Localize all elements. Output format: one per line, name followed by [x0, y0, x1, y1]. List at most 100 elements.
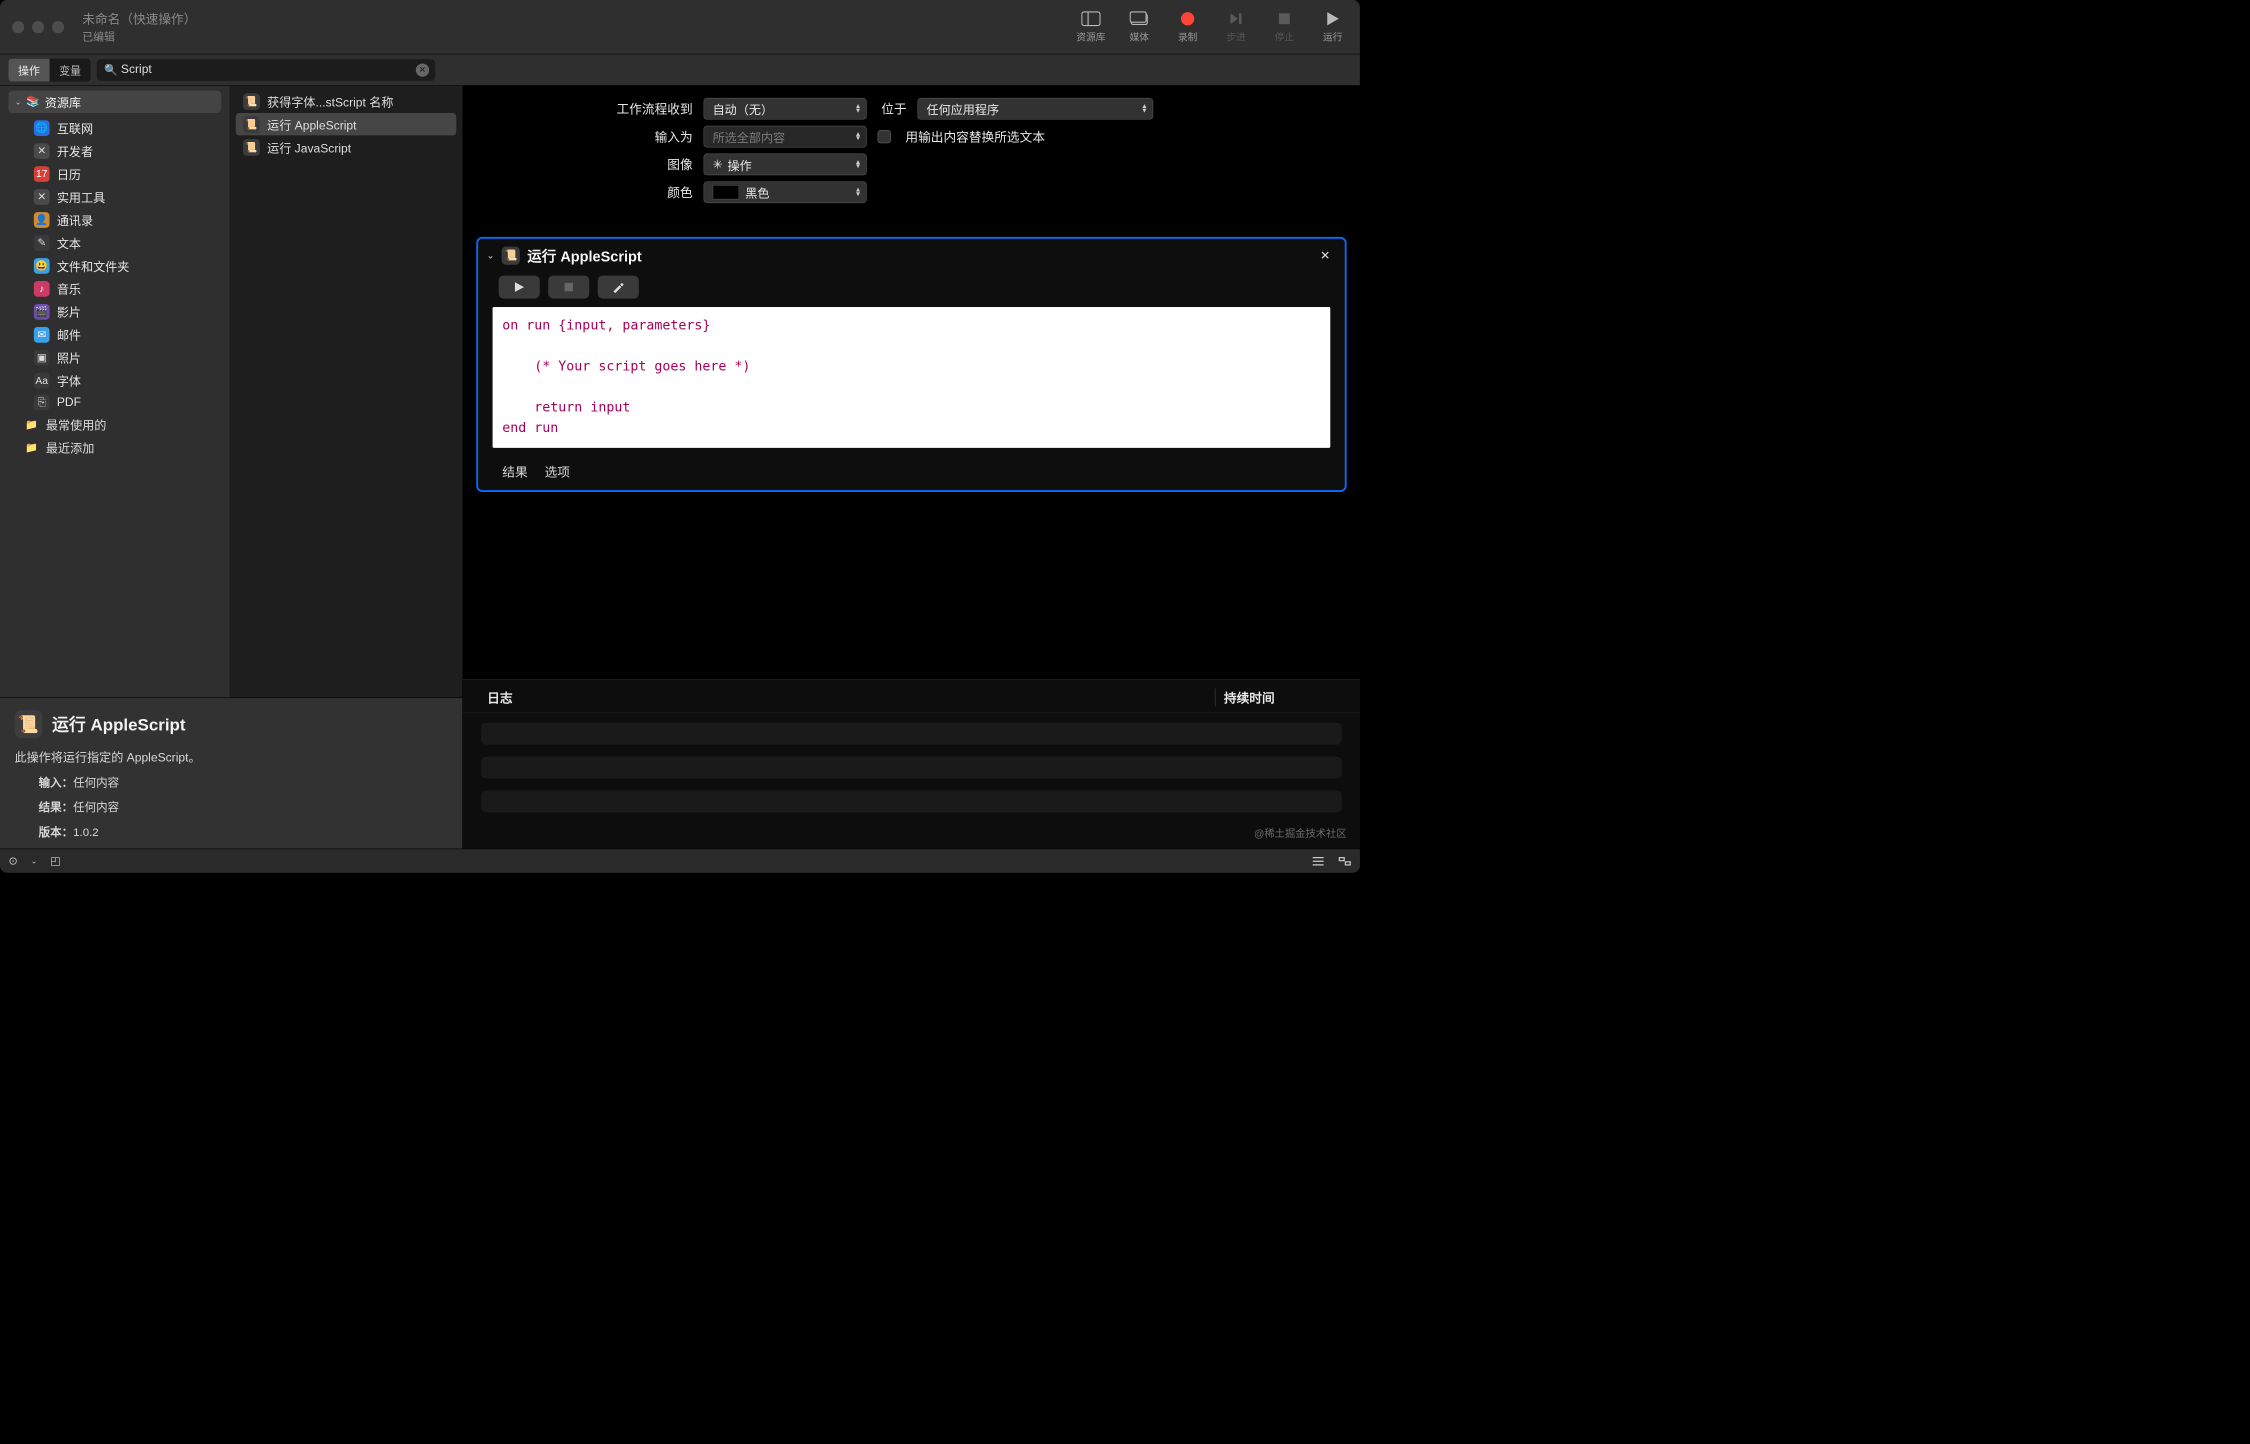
- category-item[interactable]: ✕ 实用工具: [8, 186, 221, 208]
- pdf-icon: ⎘: [34, 395, 50, 411]
- info-panel: 📜 运行 AppleScript 此操作将运行指定的 AppleScript。 …: [0, 697, 462, 848]
- category-item[interactable]: ▣照片: [8, 346, 221, 368]
- category-item[interactable]: 📁最常使用的: [8, 413, 221, 435]
- window-controls: [12, 21, 64, 33]
- stop-script-button[interactable]: [548, 276, 589, 299]
- category-item[interactable]: 😃文件和文件夹: [8, 254, 221, 276]
- log-col-log: 日志: [487, 688, 1215, 706]
- compile-button[interactable]: [598, 276, 639, 299]
- play-icon: [1323, 11, 1342, 27]
- library-button[interactable]: 资源库: [1076, 11, 1106, 44]
- stop-button[interactable]: 停止: [1269, 11, 1299, 44]
- font-icon: Aa: [34, 373, 50, 389]
- input-as-label: 输入为: [487, 128, 692, 146]
- record-button[interactable]: 录制: [1173, 11, 1203, 44]
- category-item[interactable]: ✕开发者: [8, 140, 221, 162]
- log-col-duration: 持续时间: [1215, 688, 1336, 706]
- sidebar-icon: [1081, 11, 1100, 27]
- globe-icon: 🌐: [34, 120, 50, 136]
- script-icon: 📜: [502, 246, 520, 264]
- input-as-popup[interactable]: 所选全部内容 ▲▼: [704, 126, 867, 148]
- script-icon: 📜: [15, 710, 43, 738]
- info-description: 此操作将运行指定的 AppleScript。: [15, 748, 448, 766]
- chevron-down-icon[interactable]: ⌄: [31, 857, 37, 865]
- tab-results[interactable]: 结果: [502, 462, 527, 480]
- script-icon: 📜: [243, 116, 260, 133]
- close-window-icon[interactable]: [12, 21, 24, 33]
- log-panel: 日志 持续时间: [463, 679, 1360, 848]
- category-label: 字体: [57, 372, 81, 390]
- category-item[interactable]: Aa 字体: [8, 369, 221, 391]
- tab-options[interactable]: 选项: [545, 462, 570, 480]
- clear-search-icon[interactable]: ✕: [416, 63, 429, 76]
- receives-popup[interactable]: 自动（无） ▲▼: [704, 98, 867, 120]
- secondary-toolbar: 操作 变量 🔍 ✕: [0, 54, 1360, 85]
- wrench-icon: ✕: [34, 189, 50, 205]
- image-label: 图像: [487, 155, 692, 173]
- box-icon[interactable]: ◰: [50, 855, 60, 868]
- category-item[interactable]: 17日历: [8, 163, 221, 185]
- category-label: 最近添加: [46, 439, 94, 457]
- media-button[interactable]: 媒体: [1124, 11, 1154, 44]
- hammer-icon: ✕: [34, 143, 50, 159]
- action-item[interactable]: 📜 运行 JavaScript: [236, 136, 457, 158]
- color-swatch: [713, 185, 740, 200]
- step-icon: [1226, 11, 1245, 27]
- run-script-button[interactable]: [499, 276, 540, 299]
- finder-icon: 😃: [34, 258, 50, 274]
- flow-view-icon[interactable]: [1338, 856, 1351, 867]
- run-button[interactable]: 运行: [1318, 11, 1348, 44]
- action-list: 📜获得字体...stScript 名称📜运行 AppleScript📜运行 Ja…: [230, 86, 463, 698]
- replace-label: 用输出内容替换所选文本: [905, 128, 1045, 146]
- category-item[interactable]: 🎬影片: [8, 300, 221, 322]
- image-popup[interactable]: ✳︎操作 ▲▼: [704, 154, 867, 176]
- action-item[interactable]: 📜获得字体...stScript 名称: [236, 90, 457, 112]
- info-row: 结果：任何内容: [15, 798, 448, 814]
- tab-actions[interactable]: 操作: [8, 58, 49, 81]
- log-row: [481, 757, 1342, 779]
- color-label: 颜色: [487, 183, 692, 201]
- category-item[interactable]: 👤 通讯录: [8, 209, 221, 231]
- script-icon: 📜: [243, 139, 260, 156]
- info-row: 输入：任何内容: [15, 774, 448, 790]
- action-label: 获得字体...stScript 名称: [267, 92, 393, 110]
- zoom-window-icon[interactable]: [52, 21, 64, 33]
- in-popup[interactable]: 任何应用程序 ▲▼: [917, 98, 1153, 120]
- folder-icon: 📁: [24, 417, 39, 432]
- library-root[interactable]: ⌄ 📚 资源库: [8, 91, 221, 113]
- text-icon: ✎: [34, 235, 50, 251]
- action-item[interactable]: 📜运行 AppleScript: [236, 113, 457, 135]
- category-item[interactable]: ✉ 邮件: [8, 323, 221, 345]
- mail-icon: ✉: [34, 327, 50, 343]
- category-label: 文本: [57, 234, 81, 252]
- category-label: 邮件: [57, 326, 81, 344]
- chevron-down-icon[interactable]: ⌄: [487, 249, 495, 261]
- settings-icon[interactable]: ⊙: [8, 855, 17, 868]
- log-row: [481, 723, 1342, 745]
- close-icon[interactable]: ✕: [1314, 245, 1336, 265]
- category-item[interactable]: 🌐 互联网: [8, 117, 221, 139]
- color-popup[interactable]: 黑色 ▲▼: [704, 181, 867, 203]
- action-label: 运行 JavaScript: [267, 138, 351, 156]
- category-item[interactable]: ⎘PDF: [8, 392, 221, 413]
- code-editor[interactable]: on run {input, parameters} (* Your scrip…: [493, 307, 1331, 448]
- list-view-icon[interactable]: [1312, 856, 1325, 867]
- step-button[interactable]: 步进: [1221, 11, 1251, 44]
- contacts-icon: 👤: [34, 212, 50, 228]
- status-bar: ⊙ ⌄ ◰: [0, 849, 1360, 873]
- category-item[interactable]: 📁最近添加: [8, 436, 221, 458]
- search-input[interactable]: [97, 59, 435, 81]
- category-label: 互联网: [57, 119, 93, 137]
- workflow-canvas[interactable]: ⌄ 📜 运行 AppleScript ✕: [463, 225, 1360, 680]
- titlebar: 未命名（快速操作） 已编辑 资源库 媒体 录制: [0, 0, 1360, 54]
- replace-checkbox[interactable]: [878, 130, 891, 143]
- photos-icon: ▣: [34, 350, 50, 366]
- info-row: 版本：1.0.2: [15, 823, 448, 839]
- category-label: 实用工具: [57, 188, 105, 206]
- category-label: 通讯录: [57, 211, 93, 229]
- category-item[interactable]: ✎ 文本: [8, 231, 221, 253]
- minimize-window-icon[interactable]: [32, 21, 44, 33]
- category-item[interactable]: ♪音乐: [8, 277, 221, 299]
- tab-variables[interactable]: 变量: [50, 58, 91, 81]
- books-icon: 📚: [26, 95, 40, 108]
